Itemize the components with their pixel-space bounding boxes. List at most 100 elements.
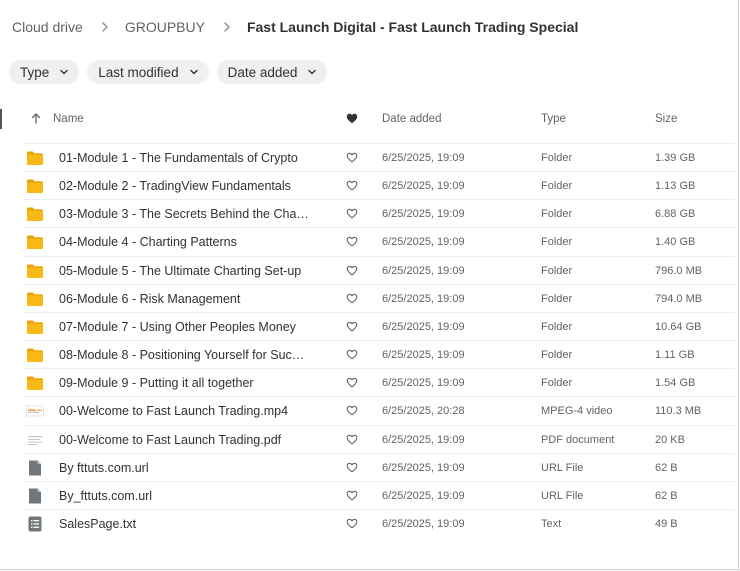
table-row[interactable]: By fttuts.com.url 6/25/2025, 19:09 URL Fil…	[23, 452, 735, 482]
folder-icon	[26, 234, 44, 250]
type-filter-label: Type	[20, 64, 50, 80]
filter-bar: Type Last modified Date added	[9, 60, 328, 84]
type-cell: Folder	[541, 208, 573, 221]
table-row[interactable]: 02-Module 2 - TradingView Fundamentals 6/…	[23, 171, 735, 200]
type-cell: MPEG-4 video	[541, 405, 613, 418]
type-cell: Folder	[541, 320, 573, 333]
favourite-heart-icon[interactable]	[346, 490, 358, 501]
favourite-heart-icon[interactable]	[346, 462, 358, 473]
last-modified-filter-label: Last modified	[98, 64, 179, 80]
date-added-cell: 6/25/2025, 19:09	[382, 489, 465, 502]
table-row[interactable]: 07-Module 7 - Using Other Peoples Money 6…	[23, 311, 735, 341]
favourite-heart-icon[interactable]	[346, 152, 358, 163]
file-name[interactable]: 01-Module 1 - The Fundamentals of Crypto	[59, 151, 325, 165]
size-cell: 62 B	[655, 489, 678, 502]
table-row[interactable]: 09-Module 9 - Putting it all together 6/2…	[23, 368, 735, 397]
file-name[interactable]: 04-Module 4 - Charting Patterns	[59, 235, 325, 249]
type-cell: URL File	[541, 461, 584, 474]
file-name[interactable]: 05-Module 5 - The Ultimate Charting Set-…	[59, 264, 325, 278]
breadcrumb-cloud-drive[interactable]: Cloud drive	[12, 19, 83, 35]
type-cell: Folder	[541, 349, 573, 362]
size-cell: 20 KB	[655, 433, 685, 446]
favourite-heart-icon[interactable]	[346, 518, 358, 529]
pdf-thumbnail-icon	[26, 432, 44, 448]
date-added-cell: 6/25/2025, 19:09	[382, 264, 465, 277]
type-filter-button[interactable]: Type	[9, 60, 80, 84]
file-name[interactable]: 00-Welcome to Fast Launch Trading.pdf	[59, 433, 325, 447]
type-cell: Folder	[541, 292, 573, 305]
breadcrumb-groupbuy[interactable]: GROUPBUY	[125, 19, 205, 35]
column-header-date-added[interactable]: Date added	[382, 113, 441, 125]
type-cell: URL File	[541, 489, 584, 502]
file-name[interactable]: By_fttuts.com.url	[59, 489, 325, 503]
folder-icon	[26, 178, 44, 194]
file-name[interactable]: 02-Module 2 - TradingView Fundamentals	[59, 179, 325, 193]
favourite-heart-icon[interactable]	[346, 321, 358, 332]
breadcrumb-current-folder: Fast Launch Digital - Fast Launch Tradin…	[246, 19, 579, 35]
favourite-heart-icon[interactable]	[346, 349, 358, 360]
date-added-cell: 6/25/2025, 19:09	[382, 320, 465, 333]
table-row[interactable]: 01-Module 1 - The Fundamentals of Crypto…	[23, 143, 735, 172]
file-name[interactable]: 00-Welcome to Fast Launch Trading.mp4	[59, 404, 325, 418]
favourite-column-heart-icon[interactable]	[346, 113, 358, 124]
folder-icon	[26, 347, 44, 363]
favourite-heart-icon[interactable]	[346, 180, 358, 191]
chevron-down-icon	[59, 67, 69, 77]
date-added-cell: 6/25/2025, 19:09	[382, 377, 465, 390]
chevron-right-icon	[99, 21, 111, 33]
table-row[interactable]: 00-Welcome to Fast Launch Trading.pdf 6/2…	[23, 424, 735, 454]
table-row[interactable]: 05-Module 5 - The Ultimate Charting Set-…	[23, 255, 735, 285]
table-row[interactable]: By_fttuts.com.url 6/25/2025, 19:09 URL Fil…	[23, 480, 735, 510]
file-name[interactable]: 07-Module 7 - Using Other Peoples Money	[59, 320, 325, 334]
table-row[interactable]: SalesPage.txt 6/25/2025, 19:09 Text 49 B	[23, 508, 735, 538]
type-cell: Text	[541, 517, 562, 530]
size-cell: 794.0 MB	[655, 292, 703, 305]
date-added-cell: 6/25/2025, 19:09	[382, 433, 465, 446]
generic-file-icon	[26, 488, 44, 504]
favourite-heart-icon[interactable]	[346, 236, 358, 247]
file-name[interactable]: 06-Module 6 - Risk Management	[59, 292, 325, 306]
table-row[interactable]: 04-Module 4 - Charting Patterns 6/25/2025…	[23, 227, 735, 256]
generic-file-icon	[26, 460, 44, 476]
table-row[interactable]: 06-Module 6 - Risk Management 6/25/2025, …	[23, 283, 735, 313]
date-added-cell: 6/25/2025, 20:28	[382, 405, 465, 418]
sort-arrow-up-icon[interactable]	[30, 112, 42, 124]
breadcrumb: Cloud drive GROUPBUY Fast Launch Digital…	[12, 17, 578, 37]
type-cell: Folder	[541, 236, 573, 249]
type-cell: PDF document	[541, 433, 615, 446]
file-name[interactable]: 08-Module 8 - Positioning Yourself for S…	[59, 348, 325, 362]
size-cell: 1.39 GB	[655, 152, 696, 164]
favourite-heart-icon[interactable]	[346, 265, 358, 276]
last-modified-filter-button[interactable]: Last modified	[87, 60, 209, 84]
favourite-heart-icon[interactable]	[346, 293, 358, 304]
date-added-filter-button[interactable]: Date added	[216, 60, 328, 84]
favourite-heart-icon[interactable]	[346, 405, 358, 416]
date-added-cell: 6/25/2025, 19:09	[382, 152, 465, 164]
file-name[interactable]: 03-Module 3 - The Secrets Behind the Cha…	[59, 207, 325, 221]
table-row[interactable]: 08-Module 8 - Positioning Yourself for S…	[23, 340, 735, 369]
table-row[interactable]: 03-Module 3 - The Secrets Behind the Cha…	[23, 199, 735, 228]
file-name[interactable]: 09-Module 9 - Putting it all together	[59, 376, 325, 390]
size-cell: 62 B	[655, 461, 678, 474]
table-row[interactable]: 00-Welcome to Fast Launch Trading.mp4 6/2…	[23, 396, 735, 425]
column-header-name[interactable]: Name	[53, 113, 84, 125]
size-cell: 1.11 GB	[655, 349, 695, 362]
favourite-heart-icon[interactable]	[346, 377, 358, 388]
type-cell: Folder	[541, 180, 573, 193]
text-file-icon	[26, 516, 44, 532]
date-added-cell: 6/25/2025, 19:09	[382, 292, 465, 305]
date-added-cell: 6/25/2025, 19:09	[382, 517, 465, 530]
type-cell: Folder	[541, 377, 573, 390]
chevron-down-icon	[307, 67, 317, 77]
file-name[interactable]: SalesPage.txt	[59, 517, 325, 531]
type-cell: Folder	[541, 152, 573, 164]
size-cell: 1.13 GB	[655, 180, 696, 193]
date-added-cell: 6/25/2025, 19:09	[382, 208, 465, 221]
type-cell: Folder	[541, 264, 573, 277]
column-header-type[interactable]: Type	[541, 113, 566, 125]
file-name[interactable]: By fttuts.com.url	[59, 461, 325, 475]
chevron-down-icon	[189, 67, 199, 77]
favourite-heart-icon[interactable]	[346, 434, 358, 445]
column-header-size[interactable]: Size	[655, 113, 677, 125]
favourite-heart-icon[interactable]	[346, 208, 358, 219]
